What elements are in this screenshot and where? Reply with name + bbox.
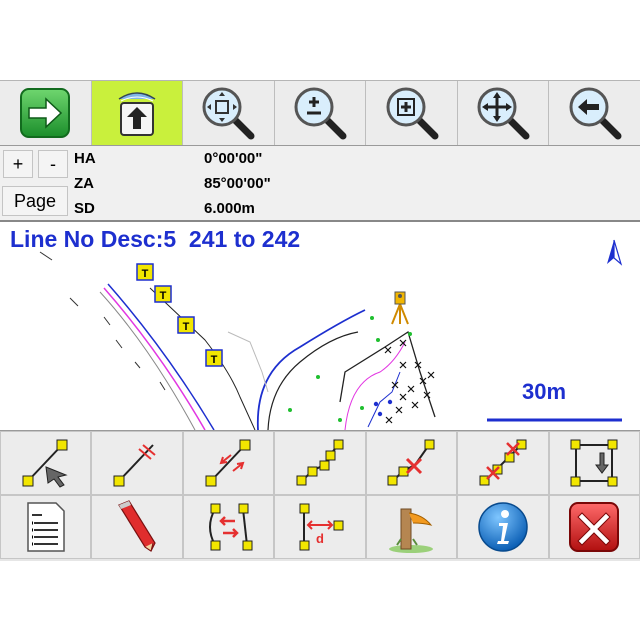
svg-text:d: d bbox=[316, 531, 324, 546]
ha-value: 0°00'00" bbox=[204, 150, 263, 167]
svg-text:T: T bbox=[160, 290, 167, 302]
svg-text:T: T bbox=[211, 354, 218, 366]
delete-line-button[interactable] bbox=[457, 431, 549, 495]
bottom-toolbar: d bbox=[0, 430, 640, 561]
total-station-icon bbox=[391, 291, 409, 325]
map-canvas[interactable]: T T T T Line No Desc:5 241 to 242 30m bbox=[0, 222, 640, 430]
curve-swap-icon bbox=[208, 503, 253, 551]
map-upload-icon bbox=[118, 92, 156, 136]
edit-pencil-icon bbox=[118, 500, 156, 552]
close-button[interactable] bbox=[548, 495, 640, 559]
info-button[interactable] bbox=[457, 495, 549, 559]
zoom-in-out-button[interactable] bbox=[274, 81, 367, 145]
arrow-right-icon bbox=[20, 88, 71, 138]
zoom-extents-button[interactable] bbox=[183, 81, 275, 145]
offset-line-icon bbox=[205, 439, 251, 487]
svg-text:T: T bbox=[183, 321, 190, 333]
next-button[interactable] bbox=[0, 81, 92, 145]
blue-points bbox=[373, 399, 393, 417]
page-button[interactable]: Page bbox=[2, 186, 68, 216]
list-icon bbox=[26, 502, 65, 552]
survey-points bbox=[384, 339, 435, 424]
sd-label: SD bbox=[74, 200, 95, 217]
info-icon bbox=[478, 502, 528, 552]
parallel-line-icon bbox=[113, 444, 156, 487]
curve-swap-button[interactable] bbox=[182, 495, 275, 559]
page-minus-button[interactable]: - bbox=[38, 150, 68, 178]
stakeout-button[interactable] bbox=[365, 495, 458, 559]
zoom-previous-icon bbox=[569, 87, 622, 140]
line-title: Line No Desc:5 241 to 242 bbox=[10, 226, 301, 252]
delete-line-icon bbox=[479, 439, 527, 486]
observation-panel: + - Page HA 0°00'00" ZA 85°00'00" SD 6.0… bbox=[0, 146, 640, 222]
zoom-in-out-icon bbox=[294, 87, 347, 140]
zoom-window-icon bbox=[386, 87, 439, 140]
tool-row-1 bbox=[0, 431, 640, 495]
pan-icon bbox=[477, 87, 530, 140]
move-box-icon bbox=[570, 439, 618, 487]
select-line-icon bbox=[22, 439, 68, 488]
za-label: ZA bbox=[74, 175, 94, 192]
markers: T T T T bbox=[136, 263, 223, 367]
zoom-previous-button[interactable] bbox=[549, 81, 640, 145]
delete-point-button[interactable] bbox=[365, 431, 458, 495]
move-box-button[interactable] bbox=[548, 431, 640, 495]
zoom-extents-icon bbox=[202, 87, 255, 140]
svg-text:T: T bbox=[142, 268, 149, 280]
marker-t[interactable]: T bbox=[136, 263, 154, 281]
stakeout-icon bbox=[389, 508, 434, 553]
sd-value: 6.000m bbox=[204, 200, 255, 217]
distance-button[interactable]: d bbox=[274, 495, 366, 559]
offset-line-button[interactable] bbox=[182, 431, 275, 495]
marker-t[interactable]: T bbox=[177, 316, 195, 334]
delete-point-icon bbox=[387, 439, 435, 486]
pan-button[interactable] bbox=[457, 81, 550, 145]
tool-row-2: d bbox=[0, 495, 640, 559]
select-line-button[interactable] bbox=[0, 431, 92, 495]
polyline-icon bbox=[296, 439, 344, 486]
top-toolbar bbox=[0, 80, 640, 146]
scale-label: 30m bbox=[522, 379, 567, 404]
marker-t[interactable]: T bbox=[205, 349, 223, 367]
zoom-window-button[interactable] bbox=[366, 81, 458, 145]
ha-label: HA bbox=[74, 150, 96, 167]
page-plus-button[interactable]: + bbox=[3, 150, 33, 178]
edit-button[interactable] bbox=[91, 495, 183, 559]
close-icon bbox=[569, 502, 620, 552]
north-arrow-icon bbox=[607, 239, 623, 266]
polyline-button[interactable] bbox=[274, 431, 366, 495]
map-view-button[interactable] bbox=[91, 81, 184, 145]
distance-icon: d bbox=[299, 503, 344, 551]
parallel-line-button[interactable] bbox=[91, 431, 183, 495]
za-value: 85°00'00" bbox=[204, 175, 271, 192]
marker-t[interactable]: T bbox=[154, 285, 172, 303]
list-button[interactable] bbox=[0, 495, 92, 559]
